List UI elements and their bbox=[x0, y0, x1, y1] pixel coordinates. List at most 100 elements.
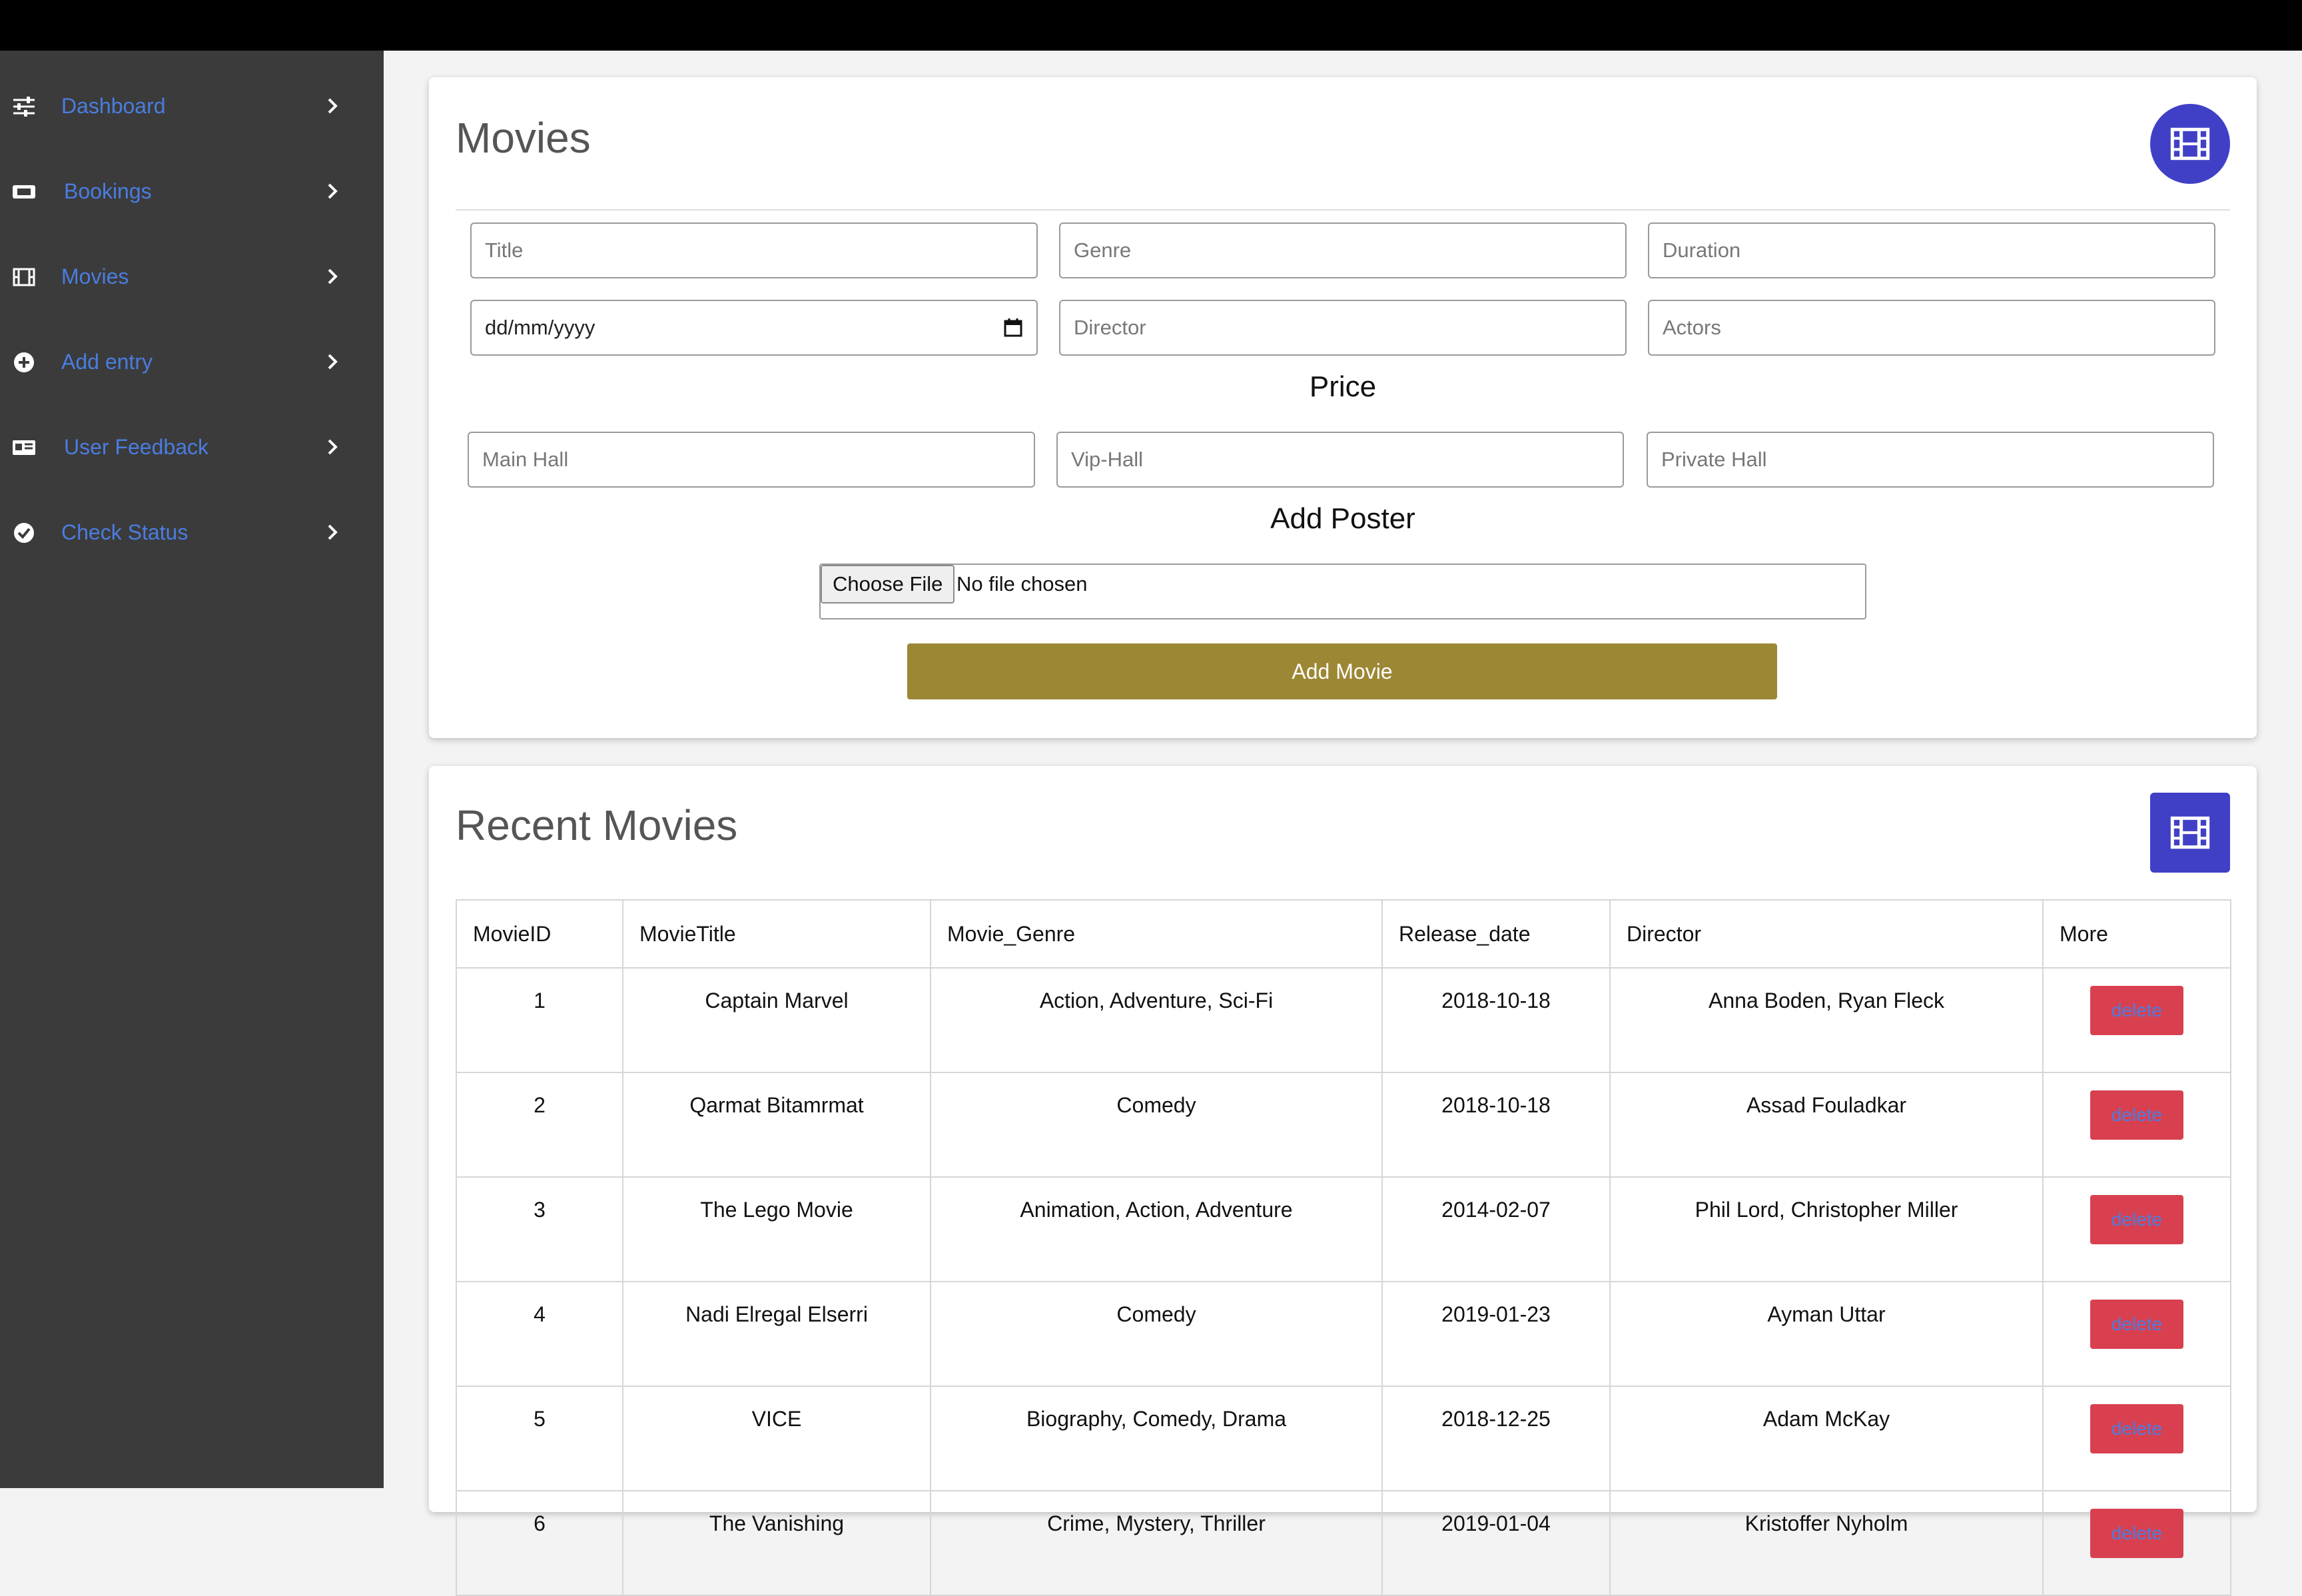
cell-movie-id: 6 bbox=[456, 1490, 623, 1596]
sidebar-item-user-feedback[interactable]: User Feedback bbox=[0, 410, 384, 484]
recent-movies-title: Recent Movies bbox=[456, 801, 738, 849]
chevron-right-icon bbox=[328, 268, 338, 284]
cell-movie-title: The Vanishing bbox=[622, 1490, 931, 1596]
cell-movie-id: 3 bbox=[456, 1176, 623, 1282]
recent-movies-badge bbox=[2150, 793, 2230, 873]
column-header-movie-genre[interactable]: Movie_Genre bbox=[930, 899, 1383, 969]
film-icon bbox=[2170, 816, 2210, 849]
sidebar-item-label: Add entry bbox=[61, 350, 153, 374]
chevron-right-icon bbox=[328, 183, 338, 199]
delete-button[interactable]: delete bbox=[2090, 1090, 2183, 1140]
column-header-movietitle[interactable]: MovieTitle bbox=[622, 899, 931, 969]
sidebar-item-label: User Feedback bbox=[64, 435, 208, 459]
delete-button[interactable]: delete bbox=[2090, 1195, 2183, 1244]
cell-movie-id: 1 bbox=[456, 967, 623, 1073]
add-movie-button[interactable]: Add Movie bbox=[907, 643, 1777, 699]
cell-movie-genre: Action, Adventure, Sci-Fi bbox=[930, 967, 1383, 1073]
table-row: 6 The Vanishing Crime, Mystery, Thriller… bbox=[456, 1490, 2231, 1596]
cell-more: delete bbox=[2042, 1176, 2231, 1282]
cell-director: Phil Lord, Christopher Miller bbox=[1609, 1176, 2044, 1282]
cell-more: delete bbox=[2042, 967, 2231, 1073]
sidebar-item-label: Bookings bbox=[64, 179, 152, 203]
cell-director: Anna Boden, Ryan Fleck bbox=[1609, 967, 2044, 1073]
delete-button[interactable]: delete bbox=[2090, 1300, 2183, 1349]
cell-release-date: 2018-10-18 bbox=[1381, 967, 1611, 1073]
file-status: No file chosen bbox=[957, 572, 1088, 596]
cell-movie-title: The Lego Movie bbox=[622, 1176, 931, 1282]
cell-director: Kristoffer Nyholm bbox=[1609, 1490, 2044, 1596]
cell-movie-genre: Animation, Action, Adventure bbox=[930, 1176, 1383, 1282]
poster-file-input[interactable]: Choose File No file chosen bbox=[819, 564, 1866, 619]
chevron-right-icon bbox=[328, 98, 338, 114]
column-header-movieid[interactable]: MovieID bbox=[456, 899, 623, 969]
genre-input[interactable] bbox=[1059, 222, 1627, 278]
column-header-director[interactable]: Director bbox=[1609, 899, 2044, 969]
delete-button[interactable]: delete bbox=[2090, 1509, 2183, 1558]
cell-more: delete bbox=[2042, 1281, 2231, 1387]
table-header-row: MovieID MovieTitle Movie_Genre Release_d… bbox=[456, 899, 2231, 969]
cell-movie-genre: Biography, Comedy, Drama bbox=[930, 1386, 1383, 1491]
sidebar: Dashboard Bookings Movies Add entry User… bbox=[0, 51, 384, 1488]
movies-badge bbox=[2150, 104, 2230, 184]
title-input[interactable] bbox=[470, 222, 1038, 278]
sidebar-item-label: Check Status bbox=[61, 520, 189, 544]
cell-movie-title: VICE bbox=[622, 1386, 931, 1491]
cell-movie-title: Qarmat Bitamrmat bbox=[622, 1072, 931, 1178]
director-input[interactable] bbox=[1059, 300, 1627, 356]
cell-movie-title: Captain Marvel bbox=[622, 967, 931, 1073]
sidebar-item-check-status[interactable]: Check Status bbox=[0, 496, 384, 569]
add-poster-label: Add Poster bbox=[1270, 502, 1415, 535]
cell-director: Adam McKay bbox=[1609, 1386, 2044, 1491]
column-header-more: More bbox=[2042, 899, 2231, 969]
chevron-right-icon bbox=[328, 354, 338, 370]
cell-more: delete bbox=[2042, 1490, 2231, 1596]
private-hall-price-input[interactable] bbox=[1647, 432, 2214, 488]
sidebar-item-label: Dashboard bbox=[61, 94, 166, 118]
cell-movie-id: 5 bbox=[456, 1386, 623, 1491]
recent-movies-card: Recent Movies MovieID MovieTitle Movie_G… bbox=[429, 766, 2257, 1596]
recent-movies-table: MovieID MovieTitle Movie_Genre Release_d… bbox=[456, 899, 2231, 1596]
sidebar-item-dashboard[interactable]: Dashboard bbox=[0, 69, 384, 143]
calendar-icon[interactable] bbox=[1003, 318, 1023, 338]
cell-release-date: 2019-01-04 bbox=[1381, 1490, 1611, 1596]
table-row: 5 VICE Biography, Comedy, Drama 2018-12-… bbox=[456, 1386, 2231, 1491]
divider bbox=[456, 209, 2230, 210]
release-date-input[interactable]: dd/mm/yyyy bbox=[470, 300, 1038, 356]
ticket-icon bbox=[13, 185, 35, 199]
cell-director: Assad Fouladkar bbox=[1609, 1072, 2044, 1178]
sidebar-item-add-entry[interactable]: Add entry bbox=[0, 325, 384, 398]
page-title: Movies bbox=[456, 114, 591, 162]
cell-release-date: 2018-12-25 bbox=[1381, 1386, 1611, 1491]
main-hall-price-input[interactable] bbox=[468, 432, 1035, 488]
movies-form-card: Movies dd/mm/yyyy Price Add Poster Choos… bbox=[429, 77, 2257, 738]
sidebar-item-movies[interactable]: Movies bbox=[0, 240, 384, 313]
cell-movie-genre: Crime, Mystery, Thriller bbox=[930, 1490, 1383, 1596]
cell-more: delete bbox=[2042, 1072, 2231, 1178]
choose-file-button[interactable]: Choose File bbox=[821, 565, 955, 603]
chevron-right-icon bbox=[328, 439, 338, 455]
duration-input[interactable] bbox=[1648, 222, 2215, 278]
actors-input[interactable] bbox=[1648, 300, 2215, 356]
film-icon bbox=[2170, 127, 2210, 161]
cell-release-date: 2014-02-07 bbox=[1381, 1176, 1611, 1282]
vip-hall-price-input[interactable] bbox=[1056, 432, 1624, 488]
sidebar-item-bookings[interactable]: Bookings bbox=[0, 155, 384, 228]
table-row: 4 Nadi Elregal Elserri Comedy 2019-01-23… bbox=[456, 1281, 2231, 1387]
top-bar bbox=[0, 0, 2302, 51]
cell-movie-genre: Comedy bbox=[930, 1281, 1383, 1387]
cell-more: delete bbox=[2042, 1386, 2231, 1491]
sliders-icon bbox=[13, 97, 35, 117]
price-label: Price bbox=[1309, 370, 1377, 403]
cell-movie-title: Nadi Elregal Elserri bbox=[622, 1281, 931, 1387]
check-circle-icon bbox=[14, 523, 34, 543]
film-icon bbox=[13, 268, 35, 286]
date-value: dd/mm/yyyy bbox=[485, 316, 595, 339]
plus-circle-icon bbox=[14, 352, 34, 372]
column-header-release-date[interactable]: Release_date bbox=[1381, 899, 1611, 969]
delete-button[interactable]: delete bbox=[2090, 986, 2183, 1035]
delete-button[interactable]: delete bbox=[2090, 1404, 2183, 1453]
cell-release-date: 2018-10-18 bbox=[1381, 1072, 1611, 1178]
sidebar-item-label: Movies bbox=[61, 264, 129, 288]
id-card-icon bbox=[13, 440, 35, 455]
cell-director: Ayman Uttar bbox=[1609, 1281, 2044, 1387]
